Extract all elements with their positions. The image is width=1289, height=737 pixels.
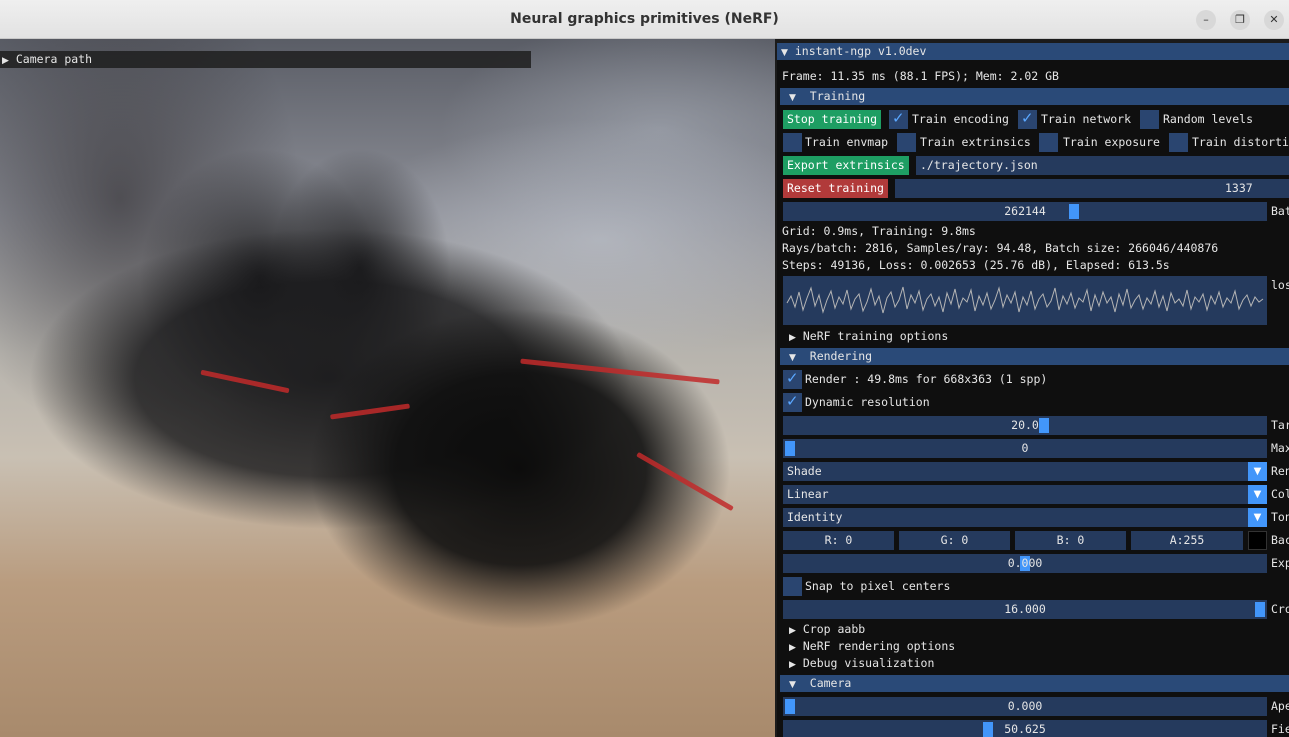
render-label: Render : 49.8ms for 668x363 (1 spp)	[805, 372, 1048, 386]
expand-arrow-icon: ▶	[789, 643, 796, 653]
car-red-stripe	[330, 403, 410, 420]
extrinsics-path-input[interactable]: ./trajectory.json	[916, 156, 1289, 175]
train-extrinsics-checkbox[interactable]	[897, 133, 916, 152]
crop-label: Cro	[1271, 602, 1289, 616]
render-mode-label: Ren	[1271, 464, 1289, 478]
train-envmap-checkbox[interactable]	[783, 133, 802, 152]
train-encoding-label: Train encoding	[912, 112, 1009, 126]
background-color-label: Bac	[1271, 533, 1289, 547]
snap-pixel-centers-label: Snap to pixel centers	[805, 579, 951, 593]
train-network-label: Train network	[1041, 112, 1132, 126]
target-fps-label: Tar	[1271, 418, 1289, 432]
field-of-view-label: Fie	[1271, 722, 1289, 736]
panel-title: instant-ngp v1.0dev	[794, 44, 927, 58]
bg-g-input[interactable]: G: 0	[899, 531, 1010, 550]
panel-title-bar[interactable]: ▼ instant-ngp v1.0dev	[777, 43, 1289, 60]
dynamic-resolution-label: Dynamic resolution	[805, 395, 930, 409]
training-header[interactable]: ▼ Training	[780, 88, 1289, 105]
slider-grab[interactable]	[785, 441, 795, 456]
snap-pixel-centers-checkbox[interactable]	[783, 577, 802, 596]
aperture-label: Ape	[1271, 699, 1289, 713]
slider-grab[interactable]	[785, 699, 795, 714]
render-checkbox[interactable]	[783, 369, 802, 389]
bg-a-input[interactable]: A:255	[1131, 531, 1243, 550]
maximize-button[interactable]: ❐	[1230, 10, 1250, 30]
rendering-header-label: Rendering	[809, 349, 873, 363]
loss-plot[interactable]	[783, 276, 1267, 325]
frame-info: Frame: 11.35 ms (88.1 FPS); Mem: 2.02 GB	[782, 69, 1059, 83]
collapse-arrow-icon: ▼	[789, 93, 796, 103]
control-panel: ▼ instant-ngp v1.0dev Frame: 11.35 ms (8…	[777, 43, 1289, 737]
random-levels-checkbox[interactable]	[1140, 110, 1159, 129]
batch-size-slider[interactable]: 262144	[783, 202, 1267, 221]
loss-graph	[786, 286, 1264, 314]
chevron-down-icon: ▼	[1248, 462, 1267, 481]
grid-time: Grid: 0.9ms, Training: 9.8ms	[782, 224, 976, 238]
slider-grab[interactable]	[983, 722, 993, 737]
nerf-training-options-node[interactable]: ▶ NeRF training options	[789, 328, 948, 347]
exposure-label: Exp	[1271, 556, 1289, 570]
max-spp-slider[interactable]: 0	[783, 439, 1267, 458]
tonemap-label: Ton	[1271, 510, 1289, 524]
camera-header[interactable]: ▼ Camera	[780, 675, 1289, 692]
chevron-down-icon: ▼	[1248, 485, 1267, 504]
car-red-stripe	[636, 451, 734, 512]
minimize-button[interactable]: –	[1196, 10, 1216, 30]
camera-header-label: Camera	[809, 676, 852, 690]
title-bar: Neural graphics primitives (NeRF) – ❐ ✕	[0, 0, 1289, 39]
chevron-down-icon: ▼	[1248, 508, 1267, 527]
collapse-arrow-icon: ▼	[789, 353, 796, 363]
expand-arrow-icon: ▶	[789, 333, 796, 343]
target-fps-slider[interactable]: 20.0	[783, 416, 1267, 435]
random-levels-label: Random levels	[1163, 112, 1254, 126]
slider-grab[interactable]	[1255, 602, 1265, 617]
bg-r-input[interactable]: R: 0	[783, 531, 894, 550]
training-header-label: Training	[809, 89, 866, 103]
train-exposure-label: Train exposure	[1063, 135, 1160, 149]
stop-training-button[interactable]: Stop training	[783, 110, 882, 129]
bg-b-input[interactable]: B: 0	[1015, 531, 1126, 550]
collapse-arrow-icon: ▼	[781, 48, 788, 58]
camera-path-window[interactable]: ▶ Camera path	[0, 51, 531, 68]
dynamic-resolution-checkbox[interactable]	[783, 392, 802, 412]
train-network-checkbox[interactable]	[1018, 109, 1037, 129]
batch-label: Bat	[1271, 204, 1289, 218]
rays-info: Rays/batch: 2816, Samples/ray: 94.48, Ba…	[782, 241, 1219, 255]
reset-training-button[interactable]: Reset training	[783, 179, 888, 198]
rendering-header[interactable]: ▼ Rendering	[780, 348, 1289, 365]
train-envmap-label: Train envmap	[805, 135, 889, 149]
expand-arrow-icon: ▶	[2, 56, 9, 66]
train-encoding-checkbox[interactable]	[889, 109, 908, 129]
camera-path-label: Camera path	[15, 52, 93, 66]
window-title: Neural graphics primitives (NeRF)	[510, 11, 779, 27]
steps-info: Steps: 49136, Loss: 0.002653 (25.76 dB),…	[782, 258, 1170, 272]
color-space-dropdown[interactable]: Linear ▼	[783, 485, 1267, 504]
slider-grab[interactable]	[1069, 204, 1079, 219]
car-red-stripe	[520, 358, 720, 385]
background-color-swatch[interactable]	[1248, 531, 1267, 550]
debug-visualization-node[interactable]: ▶ Debug visualization	[789, 655, 934, 674]
tonemap-dropdown[interactable]: Identity ▼	[783, 508, 1267, 527]
expand-arrow-icon: ▶	[789, 626, 796, 636]
aperture-slider[interactable]: 0.000	[783, 697, 1267, 716]
close-button[interactable]: ✕	[1264, 10, 1284, 30]
train-exposure-checkbox[interactable]	[1039, 133, 1058, 152]
train-extrinsics-label: Train extrinsics	[920, 135, 1031, 149]
train-distortion-checkbox[interactable]	[1169, 133, 1188, 152]
car-red-stripe	[200, 369, 290, 394]
train-distortion-label: Train distortion	[1192, 135, 1289, 149]
max-spp-label: Max	[1271, 441, 1289, 455]
render-mode-dropdown[interactable]: Shade ▼	[783, 462, 1267, 481]
color-space-label: Col	[1271, 487, 1289, 501]
expand-arrow-icon: ▶	[789, 660, 796, 670]
slider-grab[interactable]	[1039, 418, 1049, 433]
export-extrinsics-button[interactable]: Export extrinsics	[783, 156, 909, 175]
field-of-view-slider[interactable]: 50.625	[783, 720, 1267, 737]
crop-slider[interactable]: 16.000	[783, 600, 1267, 619]
seed-input[interactable]: 1337	[895, 179, 1289, 198]
loss-label: los	[1271, 278, 1289, 292]
exposure-slider[interactable]: 0.000	[783, 554, 1267, 573]
collapse-arrow-icon: ▼	[789, 680, 796, 690]
render-viewport[interactable]	[0, 39, 775, 737]
